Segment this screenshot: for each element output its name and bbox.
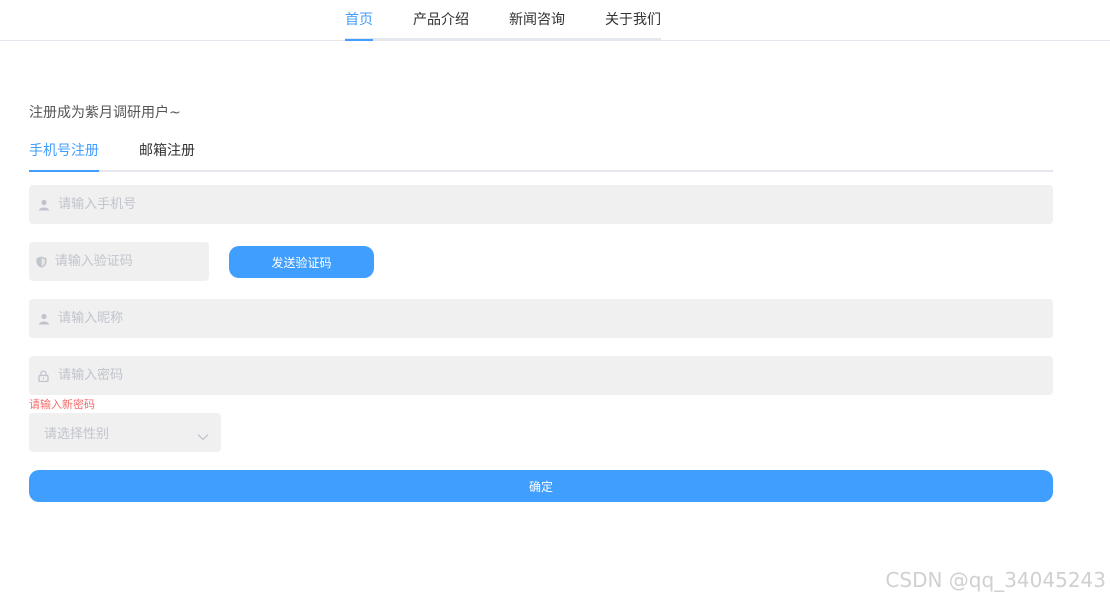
code-field	[29, 242, 209, 281]
register-heading: 注册成为紫月调研用户~	[29, 105, 181, 121]
nav-item-products[interactable]: 产品介绍	[413, 0, 469, 41]
gender-select[interactable]: 请选择性别	[29, 413, 221, 452]
tab-phone-register[interactable]: 手机号注册	[29, 140, 99, 172]
lock-icon	[29, 369, 58, 382]
send-code-button[interactable]: 发送验证码	[229, 246, 374, 278]
user-icon	[29, 199, 58, 211]
top-nav: 首页 产品介绍 新闻咨询 关于我们	[0, 0, 1110, 41]
gender-select-placeholder: 请选择性别	[44, 427, 110, 442]
phone-input[interactable]	[58, 185, 1053, 224]
nav-item-home[interactable]: 首页	[345, 0, 373, 41]
chevron-down-icon	[197, 426, 209, 445]
watermark: CSDN @qq_34045243	[885, 568, 1106, 592]
password-error-message: 请输入新密码	[29, 398, 95, 411]
tab-email-register[interactable]: 邮箱注册	[139, 140, 195, 172]
nav-item-about[interactable]: 关于我们	[605, 0, 661, 41]
phone-field	[29, 185, 1053, 224]
password-input[interactable]	[58, 356, 1053, 395]
nickname-field	[29, 299, 1053, 338]
password-field	[29, 356, 1053, 395]
user-icon	[29, 313, 58, 325]
register-tabs: 手机号注册 邮箱注册	[29, 140, 1053, 172]
shield-icon	[29, 256, 55, 268]
submit-button[interactable]: 确定	[29, 470, 1053, 502]
nav-item-news[interactable]: 新闻咨询	[509, 0, 565, 41]
active-tab-indicator	[29, 170, 99, 172]
code-input[interactable]	[54, 242, 209, 281]
nickname-input[interactable]	[58, 299, 1053, 338]
